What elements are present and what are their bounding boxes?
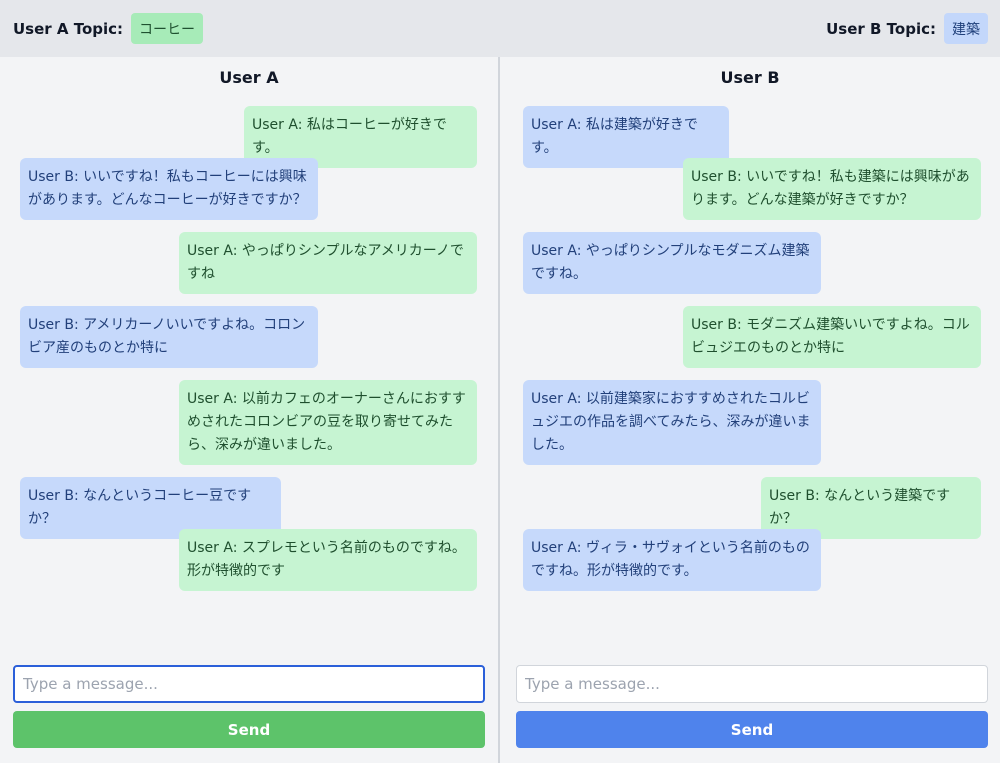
chat-message: User B: アメリカーノいいですよね。コロンビア産のものとか特に [20, 306, 318, 368]
user-a-topic-group: User A Topic: コーヒー [13, 13, 204, 44]
chat-message: User A: 以前建築家におすすめされたコルビュジエの作品を調べてみたら、深み… [523, 380, 821, 465]
user-a-topic-badge: コーヒー [131, 13, 204, 44]
chat-message: User B: いいですね！私もコーヒーには興味があります。どんなコーヒーが好き… [20, 158, 318, 220]
chat-message: User B: モダニズム建築いいですよね。コルビュジエのものとか特に [683, 306, 981, 368]
chat-message: User A: 以前カフェのオーナーさんにおすすめされたコロンビアの豆を取り寄せ… [179, 380, 477, 465]
topic-bar: User A Topic: コーヒー User B Topic: 建築 [0, 0, 1000, 57]
chat-message: User A: ヴィラ・サヴォイという名前のものですね。形が特徴的です。 [523, 529, 821, 591]
chat-message: User A: やっぱりシンプルなモダニズム建築ですね。 [523, 232, 821, 294]
user-b-send-button[interactable]: Send [516, 711, 988, 748]
chat-message: User A: やっぱりシンプルなアメリカーノですね [179, 232, 477, 294]
user-a-pane-title: User A [219, 68, 279, 87]
user-a-send-button[interactable]: Send [13, 711, 485, 748]
chat-message: User A: スプレモという名前のものですね。形が特徴的です [179, 529, 477, 591]
user-b-topic-label: User B Topic: [826, 19, 936, 38]
user-b-topic-group: User B Topic: 建築 [826, 13, 988, 44]
user-a-chat-pane: User A User A: 私はコーヒーが好きです。 User B: いいです… [0, 57, 500, 763]
chat-message: User B: いいですね！私も建築には興味があります。どんな建築が好きですか？ [683, 158, 981, 220]
user-b-message-input[interactable] [516, 665, 988, 703]
user-b-chat-pane: User B User A: 私は建築が好きです。 User B: いいですね！… [500, 57, 1000, 763]
user-a-topic-label: User A Topic: [13, 19, 124, 38]
user-a-message-input[interactable] [13, 665, 485, 703]
user-b-pane-title: User B [720, 68, 780, 87]
user-b-topic-badge: 建築 [944, 13, 988, 44]
